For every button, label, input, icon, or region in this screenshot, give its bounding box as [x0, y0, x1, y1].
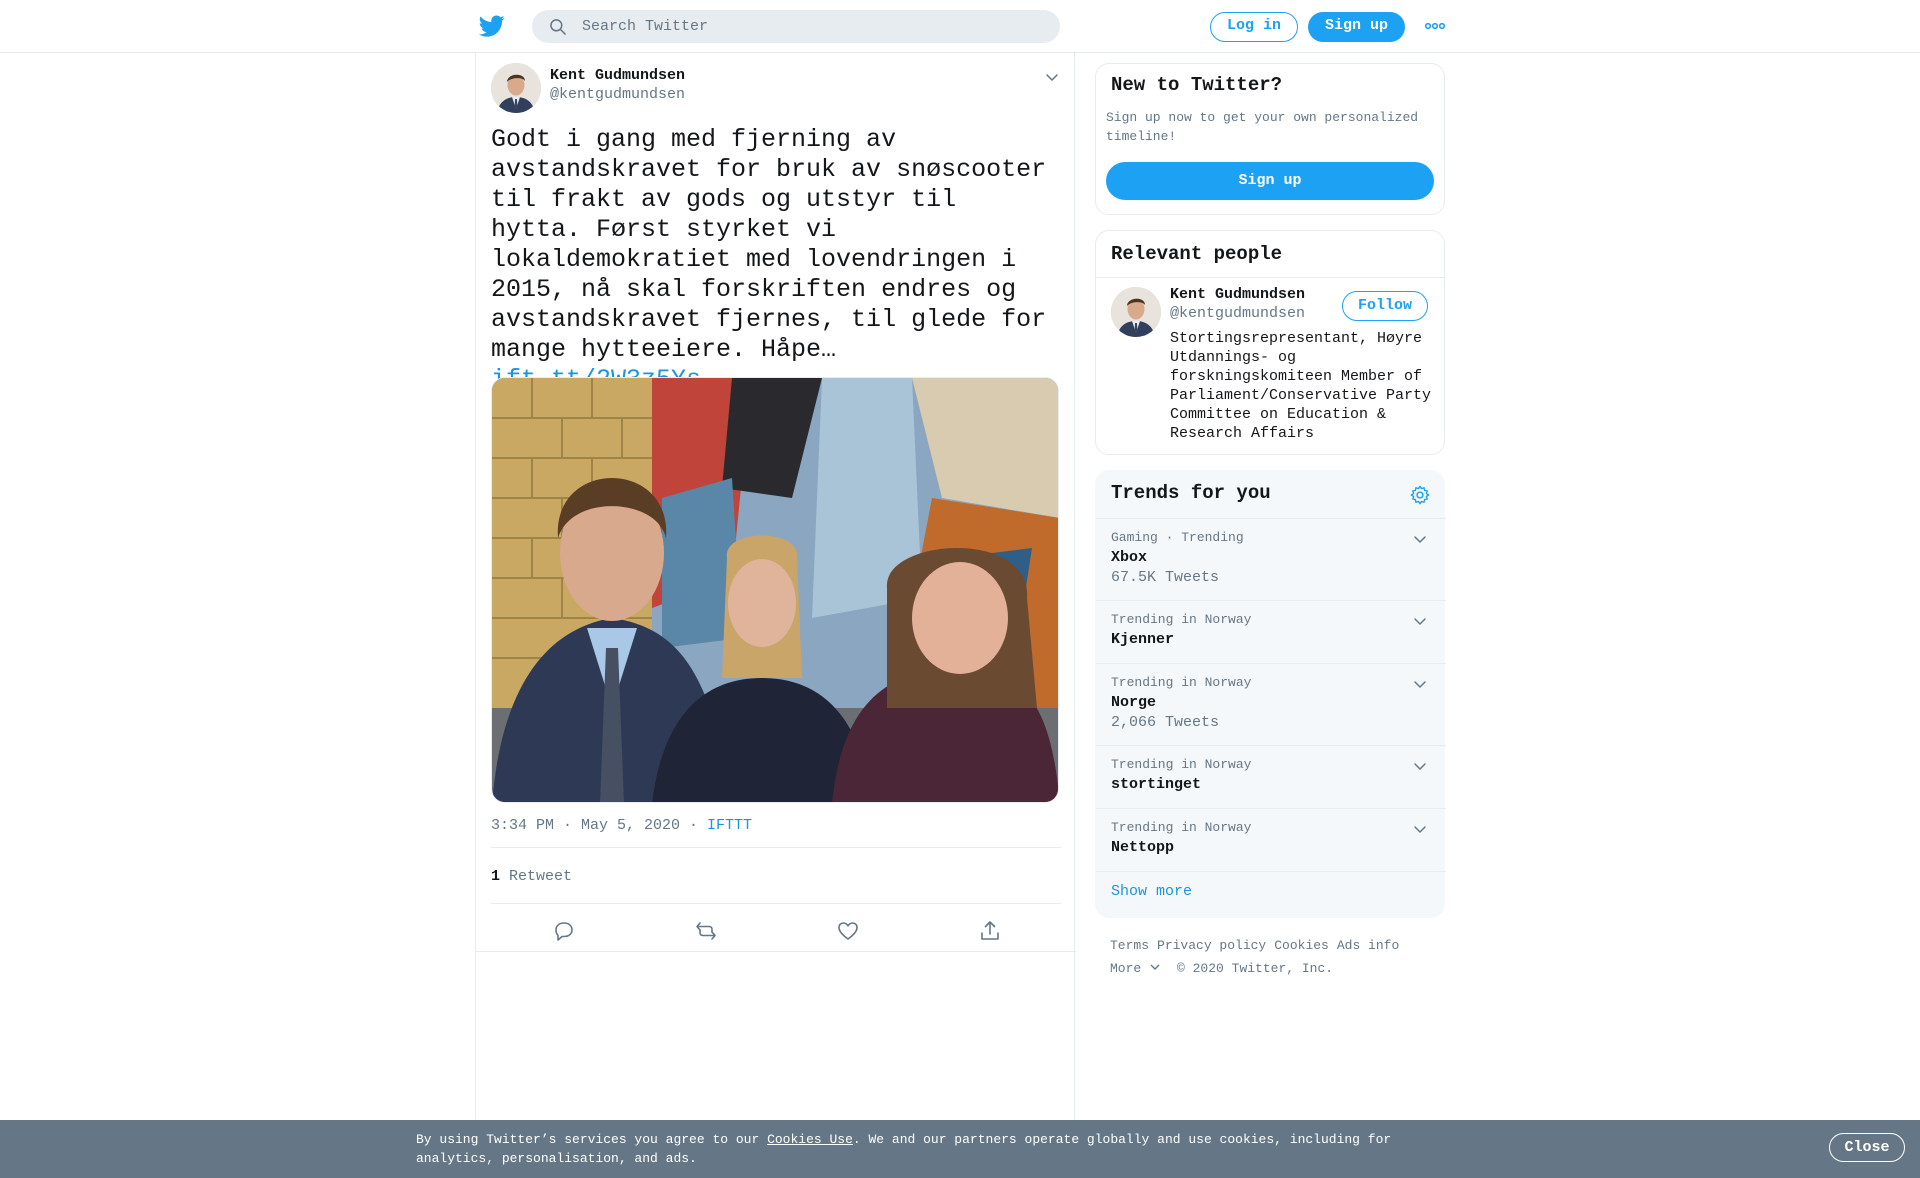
- share-icon[interactable]: [978, 919, 1002, 943]
- tweet-timestamp[interactable]: 3:34 PM · May 5, 2020: [491, 817, 680, 834]
- more-options-icon[interactable]: [1424, 20, 1446, 32]
- person-name[interactable]: Kent Gudmundsen: [1170, 286, 1305, 303]
- tweet-source[interactable]: IFTTT: [707, 817, 752, 834]
- cookie-message: By using Twitter’s services you agree to…: [416, 1130, 1416, 1168]
- new-to-twitter-panel: New to Twitter? Sign up now to get your …: [1095, 63, 1445, 215]
- chevron-down-icon[interactable]: [1044, 69, 1060, 85]
- trend-context: Trending in Norway: [1111, 612, 1252, 627]
- reply-icon[interactable]: [552, 919, 576, 943]
- like-icon[interactable]: [836, 919, 860, 943]
- tweet-stats[interactable]: 1 Retweet: [491, 868, 572, 885]
- author-avatar[interactable]: [491, 63, 541, 113]
- panel-title: New to Twitter?: [1111, 74, 1283, 96]
- retweet-icon[interactable]: [694, 919, 718, 943]
- avatar-portrait-image: [491, 63, 541, 113]
- follow-button[interactable]: Follow: [1342, 291, 1428, 321]
- privacy-link[interactable]: Privacy policy: [1157, 938, 1266, 953]
- ads-info-link[interactable]: Ads info: [1337, 938, 1399, 953]
- show-more-link[interactable]: Show more: [1111, 883, 1192, 900]
- trend-context: Trending in Norway: [1111, 820, 1252, 835]
- copyright: © 2020 Twitter, Inc.: [1177, 961, 1334, 976]
- trend-count: 2,066 Tweets: [1111, 714, 1220, 731]
- cookie-consent-bar: By using Twitter’s services you agree to…: [0, 1120, 1920, 1178]
- tweet-actions-bar: [476, 909, 1076, 954]
- trend-item[interactable]: Trending in Norway Norge 2,066 Tweets: [1096, 664, 1446, 746]
- trend-item[interactable]: Trending in Norway stortinget: [1096, 746, 1446, 809]
- retweet-label: Retweet: [509, 868, 573, 885]
- chevron-down-icon[interactable]: [1412, 613, 1428, 629]
- search-input[interactable]: [582, 10, 1042, 43]
- chevron-down-icon[interactable]: [1412, 758, 1428, 774]
- trend-name: Norge: [1111, 694, 1157, 711]
- trends-panel: Trends for you Gaming · Trending Xbox 67…: [1095, 470, 1446, 918]
- meta-separator: ·: [680, 817, 708, 834]
- divider: [491, 903, 1061, 904]
- more-label: More: [1110, 961, 1142, 976]
- divider: [491, 847, 1061, 848]
- signup-button[interactable]: Sign up: [1308, 12, 1405, 42]
- search-bar[interactable]: [532, 10, 1060, 43]
- avatar-portrait-image: [1111, 287, 1161, 337]
- trend-name: Xbox: [1111, 549, 1148, 566]
- cookie-text-before: By using Twitter’s services you agree to…: [416, 1132, 768, 1147]
- tweet-photo[interactable]: [491, 377, 1059, 803]
- trend-context: Trending in Norway: [1111, 757, 1252, 772]
- panel-header: Trends for you: [1096, 471, 1446, 519]
- trend-name: Nettopp: [1111, 839, 1175, 856]
- trend-context: Trending in Norway: [1111, 675, 1252, 690]
- person-avatar[interactable]: [1111, 287, 1161, 337]
- cookies-use-link[interactable]: Cookies Use: [767, 1132, 853, 1147]
- trend-context: Gaming · Trending: [1111, 530, 1244, 545]
- chevron-down-icon: [1150, 964, 1160, 970]
- trend-item[interactable]: Gaming · Trending Xbox 67.5K Tweets: [1096, 519, 1446, 601]
- person-bio: Stortingsrepresentant, Høyre Utdannings-…: [1170, 330, 1432, 442]
- login-button[interactable]: Log in: [1210, 12, 1298, 42]
- trend-name: Kjenner: [1111, 631, 1175, 648]
- terms-link[interactable]: Terms: [1110, 938, 1149, 953]
- panel-header: Relevant people: [1096, 231, 1444, 278]
- twitter-logo-icon[interactable]: [478, 13, 506, 39]
- more-menu[interactable]: More: [1110, 961, 1161, 976]
- signup-large-button[interactable]: Sign up: [1106, 162, 1434, 200]
- trend-item[interactable]: Trending in Norway Kjenner: [1096, 601, 1446, 664]
- chevron-down-icon[interactable]: [1412, 676, 1428, 692]
- search-icon: [550, 19, 566, 35]
- tweet-text: Godt i gang med fjerning av avstandskrav…: [491, 125, 1061, 395]
- chevron-down-icon[interactable]: [1412, 531, 1428, 547]
- tweet-body: Godt i gang med fjerning av avstandskrav…: [491, 125, 1047, 364]
- person-handle[interactable]: @kentgudmundsen: [1170, 305, 1305, 322]
- cookies-link[interactable]: Cookies: [1274, 938, 1329, 953]
- relevant-people-panel: Relevant people Kent Gudmundsen @kentgud…: [1095, 230, 1445, 455]
- trend-item[interactable]: Trending in Norway Nettopp: [1096, 809, 1446, 872]
- tweet-metadata: 3:34 PM · May 5, 2020 · IFTTT: [491, 817, 752, 834]
- selfie-photo-image: [492, 378, 1058, 802]
- panel-title: Relevant people: [1111, 243, 1283, 265]
- settings-gear-icon[interactable]: [1409, 484, 1431, 506]
- chevron-down-icon[interactable]: [1412, 821, 1428, 837]
- retweet-count: 1: [491, 868, 501, 885]
- close-button[interactable]: Close: [1829, 1133, 1905, 1162]
- top-navigation-bar: Log in Sign up: [0, 0, 1920, 53]
- trend-count: 67.5K Tweets: [1111, 569, 1220, 586]
- panel-description: Sign up now to get your own personalized…: [1106, 110, 1419, 144]
- trend-name: stortinget: [1111, 776, 1202, 793]
- tweet-column: Kent Gudmundsen @kentgudmundsen Godt i g…: [475, 53, 1076, 1178]
- footer-links: Terms Privacy policy Cookies Ads info More …: [1110, 934, 1440, 980]
- panel-title: Trends for you: [1111, 482, 1271, 504]
- author-handle[interactable]: @kentgudmundsen: [550, 86, 685, 103]
- divider: [476, 951, 1076, 952]
- author-name[interactable]: Kent Gudmundsen: [550, 67, 685, 84]
